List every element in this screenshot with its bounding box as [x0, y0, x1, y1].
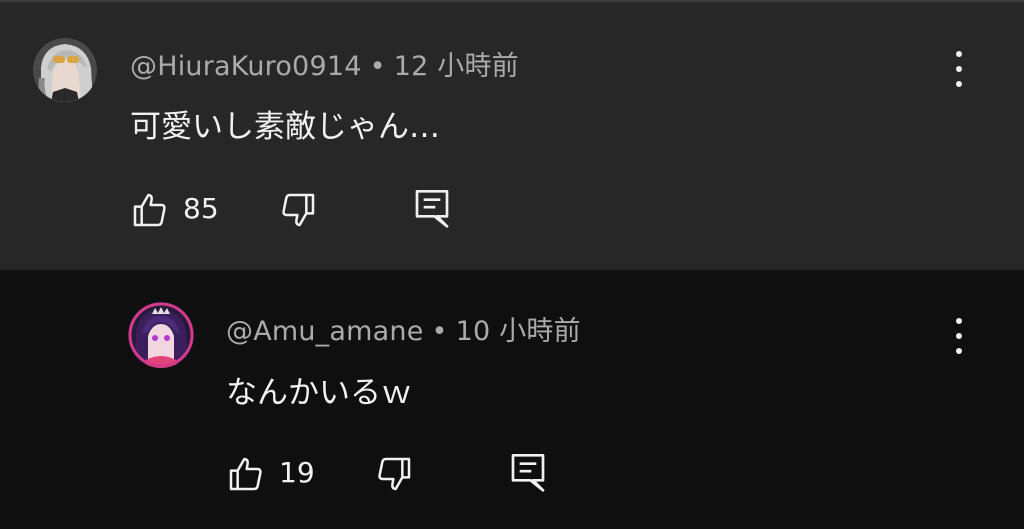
more-vert-icon[interactable]	[955, 318, 963, 354]
comment-meta: @Amu_amane • 10 小時前	[226, 309, 581, 348]
comment-text: 可愛いし素敵じゃん…	[130, 109, 440, 145]
comment-timestamp[interactable]: 12 小時前	[394, 51, 519, 82]
meta-separator: •	[431, 316, 448, 347]
user-avatar-purple-hair-crown-icon	[128, 302, 194, 368]
dislike-button[interactable]	[278, 190, 318, 230]
comment-thread-item: @HiuraKuro0914 • 12 小時前 可愛いし素敵じゃん… 85	[0, 2, 1024, 270]
thumbs-up-icon	[133, 193, 166, 227]
dislike-button[interactable]	[374, 454, 414, 494]
user-avatar-silver-hair-sunglasses-icon	[33, 38, 97, 102]
thumbs-up-icon	[229, 457, 262, 491]
like-button[interactable]	[226, 454, 266, 494]
avatar[interactable]	[128, 302, 194, 368]
reply-button[interactable]	[508, 450, 548, 494]
reply-comment-icon	[415, 190, 449, 228]
like-count: 85	[183, 192, 219, 225]
reply-button[interactable]	[412, 186, 452, 230]
thumbs-down-icon	[282, 193, 315, 227]
like-button[interactable]	[130, 190, 170, 230]
comment-author-handle[interactable]: @HiuraKuro0914	[130, 51, 362, 82]
comment-reply-item: @Amu_amane • 10 小時前 なんかいるｗ 19	[0, 270, 1024, 529]
like-count: 19	[279, 456, 315, 489]
comment-author-handle[interactable]: @Amu_amane	[226, 316, 424, 347]
comment-timestamp[interactable]: 10 小時前	[456, 316, 581, 347]
more-vert-icon[interactable]	[955, 51, 963, 87]
meta-separator: •	[369, 51, 386, 82]
reply-comment-icon	[511, 454, 545, 492]
avatar[interactable]	[33, 38, 97, 102]
thumbs-down-icon	[378, 457, 411, 491]
comment-text: なんかいるｗ	[226, 375, 412, 411]
comment-meta: @HiuraKuro0914 • 12 小時前	[130, 44, 519, 83]
